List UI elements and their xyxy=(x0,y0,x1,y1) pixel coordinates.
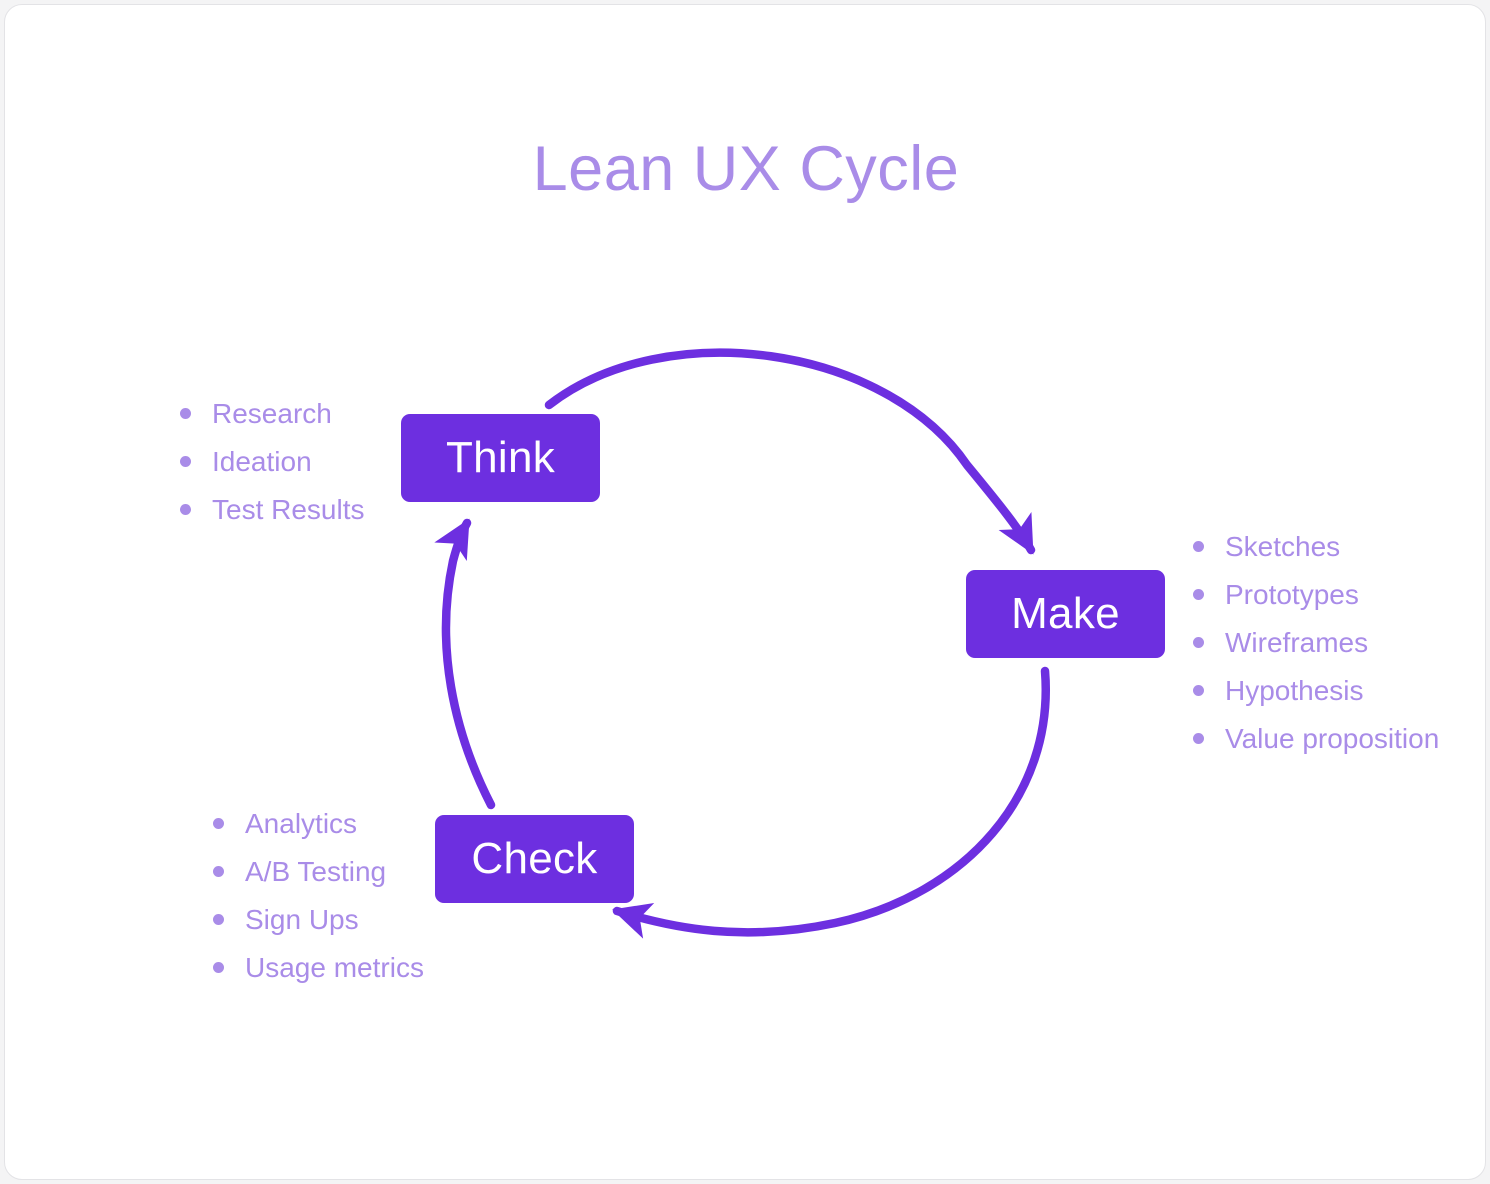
list-item-label: Hypothesis xyxy=(1225,675,1364,706)
list-item: Ideation xyxy=(170,448,365,476)
bullet-dot-icon xyxy=(1193,589,1204,600)
list-item: Value proposition xyxy=(1183,725,1439,753)
list-item: Sketches xyxy=(1183,533,1439,561)
stage-label-think: Think xyxy=(445,433,556,482)
arrow-make-to-check xyxy=(612,666,1051,939)
bullet-dot-icon xyxy=(213,914,224,925)
bullet-dot-icon xyxy=(1193,733,1204,744)
list-item-label: Value proposition xyxy=(1225,723,1440,754)
page-title: Lean UX Cycle xyxy=(532,134,960,204)
list-item: A/B Testing xyxy=(203,858,424,886)
list-item: Hypothesis xyxy=(1183,677,1439,705)
bullet-dot-icon xyxy=(1193,685,1204,696)
list-item-label: Sketches xyxy=(1225,531,1341,562)
stage-label-make: Make xyxy=(1011,589,1120,638)
list-item: Test Results xyxy=(170,496,365,524)
stage-items-check: Analytics A/B Testing Sign Ups Usage met… xyxy=(203,810,424,982)
list-item: Wireframes xyxy=(1183,629,1439,657)
list-item-label: Prototypes xyxy=(1225,579,1359,610)
stage-box-check[interactable]: Check xyxy=(435,815,634,903)
list-item-label: Sign Ups xyxy=(245,904,359,935)
list-item-label: Ideation xyxy=(212,446,312,477)
list-item: Prototypes xyxy=(1183,581,1439,609)
list-item: Research xyxy=(170,400,365,428)
stage-box-make[interactable]: Make xyxy=(966,570,1165,658)
bullet-dot-icon xyxy=(213,866,224,877)
list-item-label: Usage metrics xyxy=(245,952,424,983)
list-item: Usage metrics xyxy=(203,954,424,982)
bullet-dot-icon xyxy=(180,456,191,467)
bullet-dot-icon xyxy=(180,408,191,419)
arrow-think-to-make xyxy=(544,348,1036,555)
bullet-dot-icon xyxy=(213,818,224,829)
bullet-dot-icon xyxy=(1193,637,1204,648)
bullet-dot-icon xyxy=(180,504,191,515)
diagram-card: Lean UX Cycle Think Make Check Research xyxy=(4,4,1486,1180)
list-item-label: Research xyxy=(212,398,332,429)
stage-items-make: Sketches Prototypes Wireframes Hypothesi… xyxy=(1183,533,1439,753)
list-item: Analytics xyxy=(203,810,424,838)
list-item-label: Wireframes xyxy=(1225,627,1369,658)
list-item-label: Analytics xyxy=(245,808,358,839)
list-item-label: A/B Testing xyxy=(245,856,387,887)
bullet-dot-icon xyxy=(1193,541,1204,552)
list-item: Sign Ups xyxy=(203,906,424,934)
arrow-check-to-think xyxy=(434,518,496,810)
stage-items-think: Research Ideation Test Results xyxy=(170,400,365,524)
bullet-dot-icon xyxy=(213,962,224,973)
list-item-label: Test Results xyxy=(212,494,365,525)
stage-box-think[interactable]: Think xyxy=(401,414,600,502)
stage-label-check: Check xyxy=(471,834,598,883)
